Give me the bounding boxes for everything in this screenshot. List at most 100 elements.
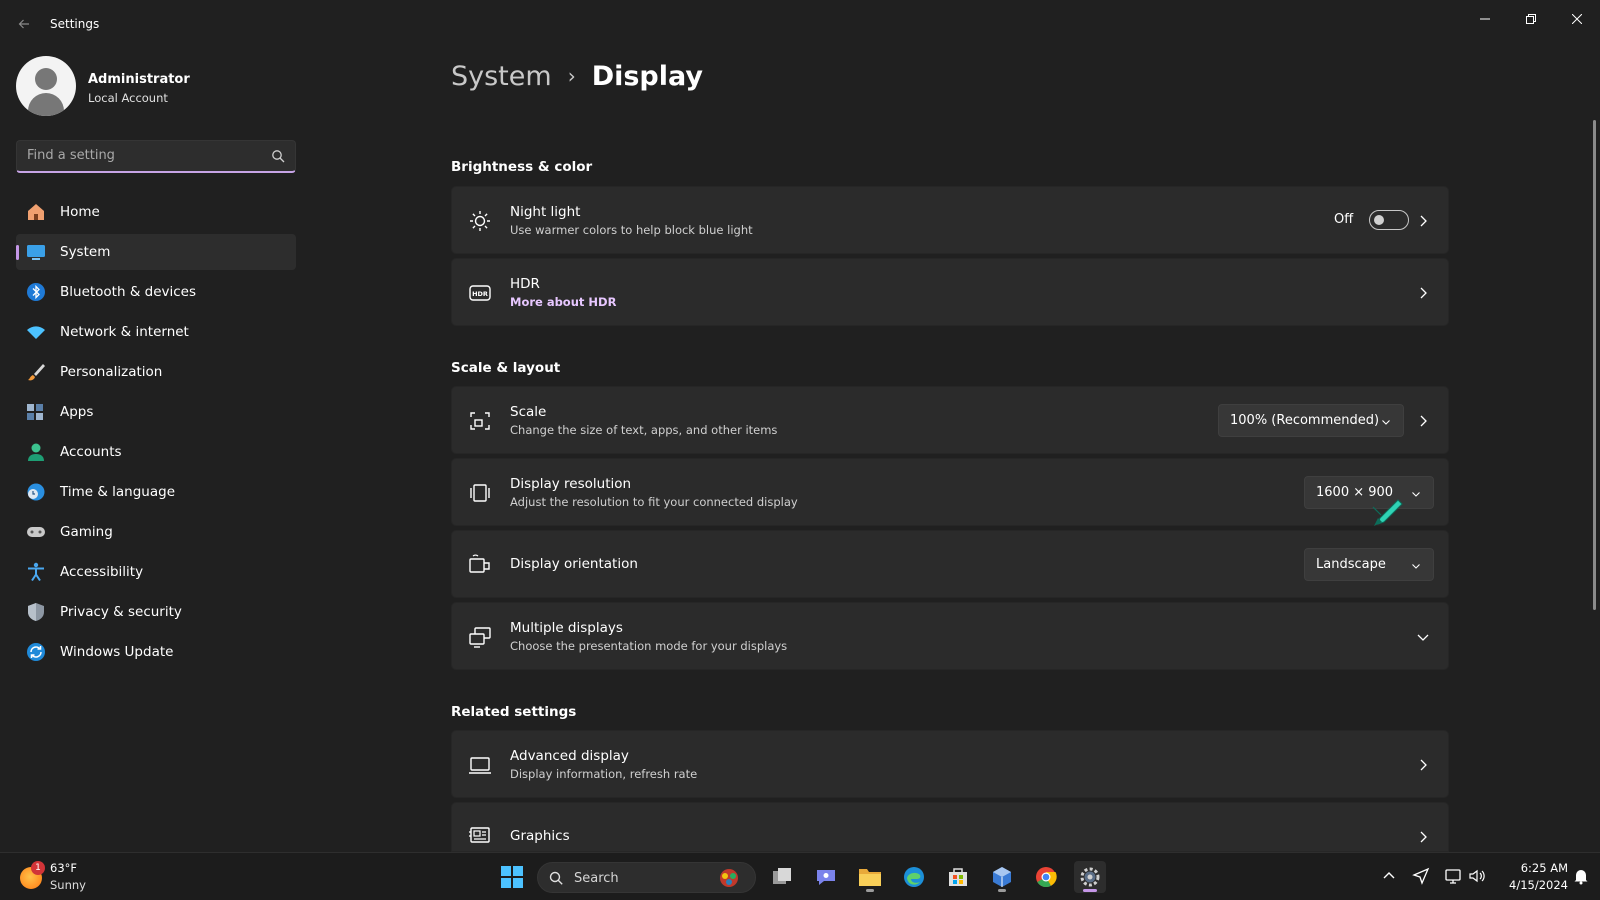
graphics-card[interactable]: Graphics [451, 802, 1449, 852]
more-about-hdr-link[interactable]: More about HDR [510, 295, 616, 309]
night-light-subtitle: Use warmer colors to help block blue lig… [510, 223, 753, 237]
sidebar-item-label: Privacy & security [60, 604, 182, 620]
sidebar-item-network[interactable]: Network & internet [16, 314, 296, 350]
scale-dropdown[interactable]: 100% (Recommended) [1218, 404, 1404, 437]
shield-icon [28, 603, 44, 621]
settings-window: Settings Administrator Local Account Hom… [0, 0, 1600, 852]
sidebar-item-accessibility[interactable]: Accessibility [16, 554, 296, 590]
clock-time: 6:25 AM [1520, 861, 1568, 875]
file-explorer-button[interactable] [854, 861, 886, 893]
display-orientation-title: Display orientation [510, 556, 638, 572]
title-bar: Settings [0, 0, 1600, 48]
edge-button[interactable] [898, 861, 930, 893]
sidebar-item-apps[interactable]: Apps [16, 394, 296, 430]
search-input[interactable] [27, 148, 257, 163]
settings-app-button[interactable] [1074, 861, 1106, 893]
chrome-browser-icon [1036, 867, 1057, 888]
scrollbar[interactable] [1593, 120, 1596, 610]
back-button[interactable] [14, 14, 34, 34]
graphics-card-icon [469, 827, 490, 843]
sidebar-item-privacy[interactable]: Privacy & security [16, 594, 296, 630]
location-icon[interactable] [1412, 867, 1430, 885]
breadcrumb-parent[interactable]: System [451, 61, 552, 92]
sidebar-item-label: Gaming [60, 524, 113, 540]
task-view-icon [773, 868, 791, 884]
night-light-card[interactable]: Night light Use warmer colors to help bl… [451, 186, 1449, 254]
brush-icon [28, 364, 45, 381]
multiple-displays-card[interactable]: Multiple displays Choose the presentatio… [451, 602, 1449, 670]
virtual-box-button[interactable] [986, 861, 1018, 893]
running-indicator [1083, 889, 1097, 892]
sidebar-item-windows-update[interactable]: Windows Update [16, 634, 296, 670]
graphics-title: Graphics [510, 828, 570, 844]
taskbar-search[interactable]: Search [537, 862, 756, 893]
restore-button[interactable] [1508, 4, 1554, 34]
multiple-displays-icon [469, 627, 491, 648]
apps-icon [27, 404, 43, 420]
home-icon [28, 204, 44, 220]
microsoft-store-button[interactable] [942, 861, 974, 893]
bluetooth-icon [27, 283, 45, 301]
sidebar-item-home[interactable]: Home [16, 194, 296, 230]
multiple-displays-subtitle: Choose the presentation mode for your di… [510, 639, 788, 653]
sidebar-item-gaming[interactable]: Gaming [16, 514, 296, 550]
resolution-dropdown[interactable]: 1600 × 900 [1304, 476, 1434, 509]
sidebar-item-system[interactable]: System [16, 234, 296, 270]
night-light-toggle[interactable] [1369, 210, 1409, 230]
pen-cursor-icon [1372, 499, 1403, 526]
hdr-card[interactable]: HDR HDR More about HDR [451, 258, 1449, 326]
scale-subtitle: Change the size of text, apps, and other… [510, 423, 778, 437]
svg-text:HDR: HDR [472, 290, 488, 298]
orientation-dropdown[interactable]: Landscape [1304, 548, 1434, 581]
sidebar-item-label: Time & language [60, 484, 176, 500]
chevron-right-icon [1420, 831, 1427, 843]
update-icon [27, 643, 45, 661]
profile-name: Administrator [88, 72, 190, 87]
start-button[interactable] [496, 861, 528, 893]
close-icon [1572, 14, 1582, 24]
sidebar-item-label: Accessibility [60, 564, 144, 580]
chrome-button[interactable] [1030, 861, 1062, 893]
breadcrumb-separator: › [567, 64, 576, 88]
store-icon [949, 868, 967, 886]
sidebar-item-label: Bluetooth & devices [60, 284, 197, 300]
brightness-icon [470, 211, 490, 231]
notification-bell-icon[interactable] [1572, 867, 1590, 885]
sidebar-item-personalization[interactable]: Personalization [16, 354, 296, 390]
scale-card[interactable]: Scale Change the size of text, apps, and… [451, 386, 1449, 454]
network-icon[interactable] [1444, 867, 1462, 885]
display-resolution-card: Display resolution Adjust the resolution… [451, 458, 1449, 526]
night-light-toggle-label: Off [1334, 212, 1354, 227]
sidebar-item-label: Personalization [60, 364, 163, 380]
chevron-up-icon[interactable] [1380, 867, 1398, 885]
user-profile[interactable]: Administrator Local Account [16, 56, 306, 118]
running-indicator [866, 889, 874, 892]
volume-icon[interactable] [1468, 867, 1486, 885]
taskbar-search-label: Search [574, 871, 619, 886]
sidebar-item-bluetooth[interactable]: Bluetooth & devices [16, 274, 296, 310]
monitor-icon [469, 757, 491, 774]
sidebar-item-time-language[interactable]: Time & language [16, 474, 296, 510]
restore-icon [1526, 14, 1536, 24]
scale-title: Scale [510, 404, 547, 420]
breadcrumb: System › Display [451, 56, 703, 96]
sidebar-item-label: Network & internet [60, 324, 189, 340]
chevron-down-icon [1412, 564, 1420, 569]
scale-dropdown-value: 100% (Recommended) [1230, 413, 1380, 428]
close-button[interactable] [1554, 4, 1600, 34]
advanced-display-card[interactable]: Advanced display Display information, re… [451, 730, 1449, 798]
wifi-icon [27, 326, 45, 339]
section-title-brightness: Brightness & color [451, 159, 593, 175]
settings-search[interactable] [16, 140, 296, 173]
minimize-button[interactable] [1462, 4, 1508, 34]
advanced-display-title: Advanced display [510, 748, 629, 764]
chevron-down-icon [1412, 492, 1420, 497]
sidebar-item-accounts[interactable]: Accounts [16, 434, 296, 470]
task-view-button[interactable] [766, 861, 798, 893]
sidebar-item-label: Apps [60, 404, 94, 420]
search-icon [272, 150, 285, 163]
sidebar-item-label: Windows Update [60, 644, 174, 660]
teams-chat-button[interactable] [810, 861, 842, 893]
avatar [16, 56, 76, 116]
night-light-title: Night light [510, 204, 581, 220]
